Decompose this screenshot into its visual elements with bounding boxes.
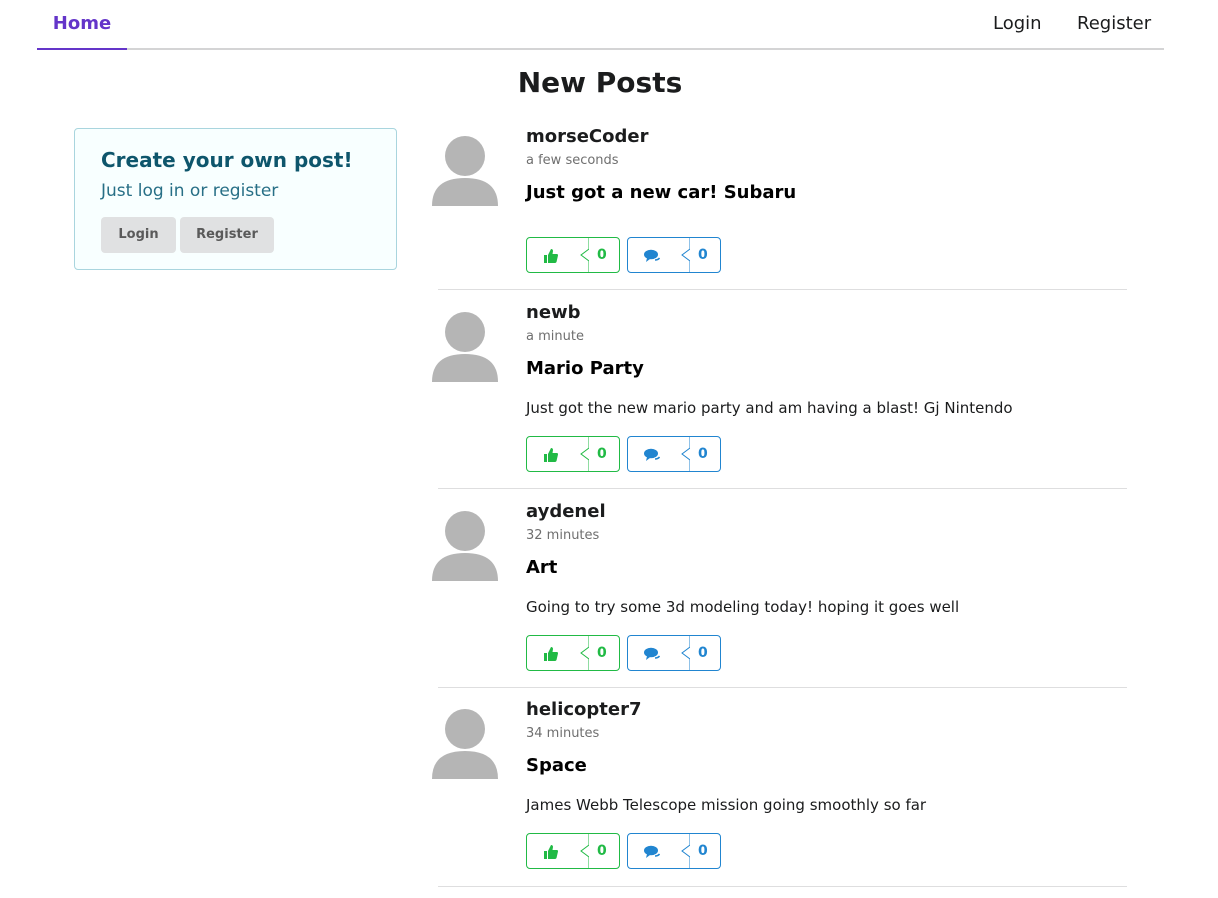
top-menu: Home Login Register	[37, 0, 1164, 50]
comment-count: 0	[698, 843, 708, 859]
post-title: Art	[526, 557, 558, 578]
comment-count: 0	[698, 247, 708, 263]
post-item: morseCoder a few seconds Just got a new …	[432, 126, 1128, 290]
post-username[interactable]: helicopter7	[526, 699, 642, 720]
label-pointer	[681, 437, 690, 471]
like-button[interactable]: 0	[526, 833, 620, 869]
post-title: Just got a new car! Subaru	[526, 182, 797, 203]
thumbs-up-icon	[544, 249, 558, 263]
create-post-card: Create your own post! Just log in or reg…	[74, 128, 397, 270]
comments-icon	[644, 249, 660, 262]
post-body: James Webb Telescope mission going smoot…	[526, 796, 927, 814]
label-pointer	[681, 636, 690, 670]
thumbs-up-icon	[544, 845, 558, 859]
post-title: Space	[526, 755, 587, 776]
like-button[interactable]: 0	[526, 237, 620, 273]
post-divider	[438, 488, 1127, 489]
nav-login[interactable]: Login	[993, 0, 1042, 50]
post-timestamp: a few seconds	[526, 153, 619, 168]
post-timestamp: 34 minutes	[526, 726, 600, 741]
like-button[interactable]: 0	[526, 436, 620, 472]
comments-icon	[644, 845, 660, 858]
thumbs-up-icon	[544, 647, 558, 661]
label-pointer	[681, 834, 690, 868]
post-divider	[438, 289, 1127, 290]
post-item: aydenel 32 minutes Art Going to try some…	[432, 501, 1128, 688]
label-pointer	[580, 238, 589, 272]
comments-icon	[644, 647, 660, 660]
post-username[interactable]: newb	[526, 302, 581, 323]
label-pointer	[580, 834, 589, 868]
create-post-heading: Create your own post!	[101, 148, 353, 172]
post-divider	[438, 886, 1127, 887]
post-divider	[438, 687, 1127, 688]
post-title: Mario Party	[526, 358, 644, 379]
label-pointer	[580, 636, 589, 670]
thumbs-up-icon	[544, 448, 558, 462]
post-body: Going to try some 3d modeling today! hop…	[526, 598, 960, 616]
user-avatar-icon	[432, 136, 498, 206]
nav-register[interactable]: Register	[1077, 0, 1151, 50]
like-count: 0	[597, 446, 607, 462]
create-post-subtext: Just log in or register	[101, 181, 279, 201]
user-avatar-icon	[432, 312, 498, 382]
post-item: newb a minute Mario Party Just got the n…	[432, 302, 1128, 489]
label-pointer	[681, 238, 690, 272]
user-avatar-icon	[432, 511, 498, 581]
post-timestamp: 32 minutes	[526, 528, 600, 543]
user-avatar-icon	[432, 709, 498, 779]
like-count: 0	[597, 247, 607, 263]
comment-button[interactable]: 0	[627, 237, 721, 273]
sidebar-register-button[interactable]: Register	[180, 217, 274, 253]
comment-button[interactable]: 0	[627, 436, 721, 472]
sidebar-login-button[interactable]: Login	[101, 217, 176, 253]
comments-icon	[644, 448, 660, 461]
page-title: New Posts	[517, 66, 683, 99]
like-count: 0	[597, 843, 607, 859]
comment-button[interactable]: 0	[627, 833, 721, 869]
post-timestamp: a minute	[526, 329, 584, 344]
nav-home[interactable]: Home	[37, 0, 127, 50]
post-item: helicopter7 34 minutes Space James Webb …	[432, 699, 1128, 887]
post-username[interactable]: aydenel	[526, 501, 606, 522]
comment-count: 0	[698, 645, 708, 661]
post-username[interactable]: morseCoder	[526, 126, 648, 147]
comment-button[interactable]: 0	[627, 635, 721, 671]
post-body: Just got the new mario party and am havi…	[526, 399, 1013, 417]
like-button[interactable]: 0	[526, 635, 620, 671]
comment-count: 0	[698, 446, 708, 462]
like-count: 0	[597, 645, 607, 661]
label-pointer	[580, 437, 589, 471]
